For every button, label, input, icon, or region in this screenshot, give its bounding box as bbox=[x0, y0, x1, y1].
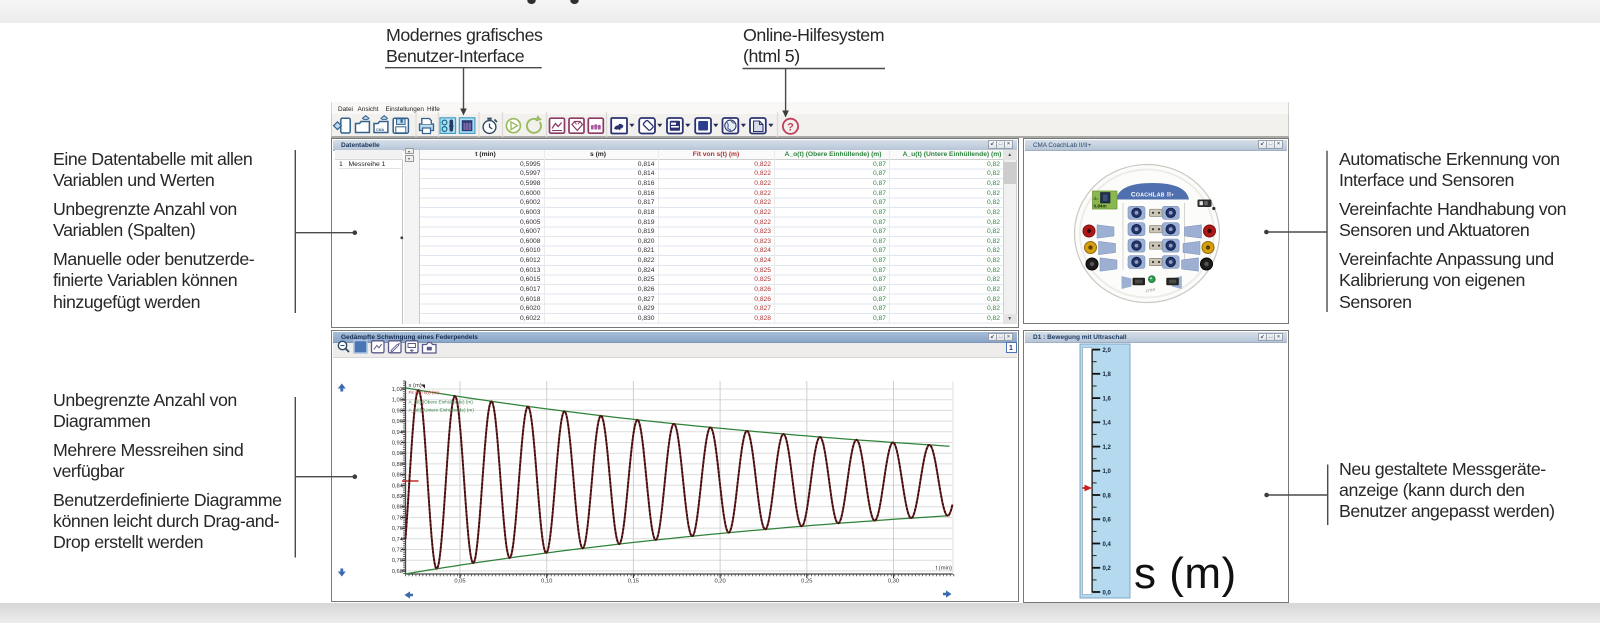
svg-text:1,4: 1,4 bbox=[1103, 421, 1112, 427]
svg-text:0,15: 0,15 bbox=[628, 579, 639, 585]
svg-text:0,70: 0,70 bbox=[392, 558, 403, 564]
svg-text:1,8: 1,8 bbox=[1103, 372, 1112, 378]
svg-text:0,74: 0,74 bbox=[392, 537, 404, 543]
svg-text:1,2: 1,2 bbox=[1103, 445, 1112, 451]
svg-text:0,30: 0,30 bbox=[888, 579, 899, 585]
svg-text:0,25: 0,25 bbox=[801, 579, 812, 585]
svg-text:0,96: 0,96 bbox=[392, 419, 403, 425]
svg-text:0,80: 0,80 bbox=[392, 505, 403, 511]
svg-text:d=: d= bbox=[1094, 196, 1099, 201]
svg-text:0,8: 0,8 bbox=[1103, 493, 1112, 499]
svg-text:0,20: 0,20 bbox=[714, 579, 725, 585]
svg-text:0,72: 0,72 bbox=[392, 548, 403, 554]
svg-text:0,05: 0,05 bbox=[454, 579, 465, 585]
svg-text:1,02: 1,02 bbox=[392, 387, 403, 393]
svg-text:Fit von s(t) (m): Fit von s(t) (m) bbox=[409, 390, 440, 395]
svg-text:0,6: 0,6 bbox=[1103, 518, 1112, 524]
svg-text:CMA: CMA bbox=[376, 128, 385, 132]
svg-text:0,98: 0,98 bbox=[392, 408, 403, 414]
svg-text:0,88: 0,88 bbox=[392, 462, 403, 468]
svg-text:1,6: 1,6 bbox=[1103, 397, 1112, 403]
svg-text:0.84m: 0.84m bbox=[1094, 204, 1107, 209]
svg-text:0,2: 0,2 bbox=[1103, 566, 1112, 572]
svg-text:t (min): t (min) bbox=[936, 566, 952, 572]
svg-text:0,76: 0,76 bbox=[392, 526, 403, 532]
svg-text:A_u(t) (Untere Einhüllende) (m: A_u(t) (Untere Einhüllende) (m) bbox=[409, 408, 475, 413]
svg-text:1,00: 1,00 bbox=[392, 398, 403, 404]
svg-text:1,0: 1,0 bbox=[1103, 469, 1112, 475]
svg-text:0,90: 0,90 bbox=[392, 451, 403, 457]
svg-text:0,94: 0,94 bbox=[392, 430, 404, 436]
svg-text:0,68: 0,68 bbox=[392, 569, 403, 575]
svg-text:0,92: 0,92 bbox=[392, 441, 403, 447]
svg-text:0,78: 0,78 bbox=[392, 515, 403, 521]
svg-text:0,4: 0,4 bbox=[1103, 542, 1112, 548]
svg-text:?: ? bbox=[787, 121, 794, 133]
svg-text:A_o(t) (Obere Einhüllende) (m): A_o(t) (Obere Einhüllende) (m) bbox=[409, 400, 474, 405]
svg-text:0,10: 0,10 bbox=[541, 579, 552, 585]
svg-text:COACHLAB II+: COACHLAB II+ bbox=[1131, 192, 1174, 199]
svg-text:0,82: 0,82 bbox=[392, 494, 403, 500]
svg-text:0,84: 0,84 bbox=[392, 483, 404, 489]
svg-text:2,0: 2,0 bbox=[1103, 348, 1112, 354]
svg-text:0,0: 0,0 bbox=[1103, 590, 1112, 596]
svg-text:0,86: 0,86 bbox=[392, 473, 403, 479]
